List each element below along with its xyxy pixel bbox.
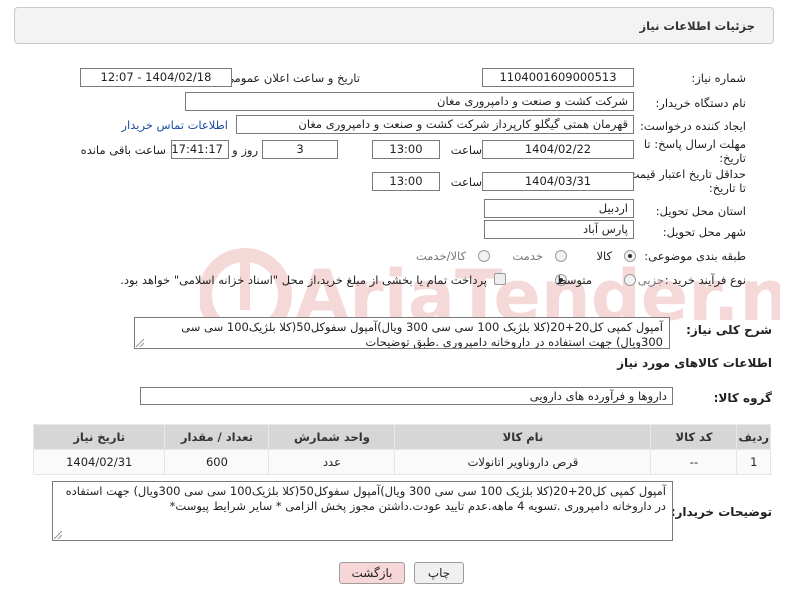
description-label: شرح کلی نیاز: [686, 323, 772, 337]
remaining-days-field: 3 [262, 140, 338, 159]
page-title: جزئیات اطلاعات نیاز [639, 19, 755, 33]
column-header-name: نام کالا [394, 424, 652, 450]
cell-unit: عدد [268, 449, 396, 475]
category-label: طبقه بندی موضوعی: [644, 249, 746, 263]
requester-label: ایجاد کننده درخواست: [640, 119, 746, 133]
buyer-notes-label: توضیحات خریدار: [670, 505, 772, 519]
need-number-label: شماره نیاز: [691, 71, 746, 85]
cell-date: 1404/02/31 [32, 449, 166, 475]
province-field: اردبیل [484, 199, 634, 218]
details-panel-header: جزئیات اطلاعات نیاز [14, 7, 774, 44]
goods-group-field: داروها و فرآورده های دارویی [140, 387, 673, 405]
purchase-type-label: نوع فرآیند خرید : [664, 273, 746, 287]
city-label: شهر محل تحویل: [662, 225, 746, 239]
treasury-payment-checkbox[interactable] [494, 273, 506, 285]
items-table: ردیف کد کالا نام کالا واحد شمارش تعداد /… [32, 424, 771, 475]
price-validity-label: حداقل تاریخ اعتبار قیمت: [624, 167, 746, 181]
remaining-time-field: 17:41:17 [171, 140, 229, 159]
resize-grip-icon[interactable] [54, 531, 62, 539]
price-validity-time-field: 13:00 [372, 172, 440, 191]
price-validity-time-label: ساعت [450, 175, 482, 189]
cell-code: -- [650, 449, 738, 475]
price-validity-label-2: تا تاریخ: [708, 181, 746, 195]
purchase-type-option-medium: متوسط [555, 273, 592, 287]
cell-name: قرص داروناویر اتانولات [394, 449, 652, 475]
category-radio-goods[interactable] [624, 250, 636, 262]
reply-deadline-time-field: 13:00 [372, 140, 440, 159]
goods-group-label: گروه کالا: [713, 391, 772, 405]
announce-datetime-label: تاریخ و ساعت اعلان عمومی: [221, 71, 360, 85]
column-header-row-number: ردیف [736, 424, 771, 450]
description-textarea[interactable]: آمپول کمپی کل20+20(کلا بلژیک 100 سی سی 3… [134, 317, 670, 349]
buyer-org-field: شرکت کشت و صنعت و دامپروری مغان [185, 92, 634, 111]
city-field: پارس آباد [484, 220, 634, 239]
price-validity-date-field: 1404/03/31 [482, 172, 634, 191]
cell-row-number: 1 [736, 449, 771, 475]
buyer-contact-link[interactable]: اطلاعات تماس خریدار [121, 118, 228, 132]
category-option-service: خدمت [512, 249, 543, 263]
reply-deadline-date-field: 1404/02/22 [482, 140, 634, 159]
category-radio-service[interactable] [555, 250, 567, 262]
column-header-date: تاریخ نیاز [32, 424, 166, 450]
items-table-header-row: ردیف کد کالا نام کالا واحد شمارش تعداد /… [32, 424, 771, 450]
announce-datetime-field: 1404/02/18 - 12:07 [80, 68, 232, 87]
category-radio-goods-service[interactable] [478, 250, 490, 262]
purchase-type-option-minor: جزیی [637, 273, 664, 287]
reply-deadline-label-2: تاریخ: [719, 151, 746, 165]
buyer-notes-textarea[interactable]: آمپول کمپی کل20+20(کلا بلژیک 100 سی سی 3… [52, 481, 673, 541]
back-button[interactable]: بازگشت [339, 562, 405, 584]
need-number-field: 1104001609000513 [482, 68, 634, 87]
reply-deadline-label: مهلت ارسال پاسخ: تا [643, 137, 746, 151]
requester-field: قهرمان همتی گیگلو کارپرداز شرکت کشت و صن… [236, 115, 634, 134]
remaining-time-label: ساعت باقی مانده [80, 143, 166, 157]
province-label: استان محل تحویل: [655, 204, 746, 218]
category-option-goods-service: کالا/خدمت [415, 249, 466, 263]
resize-grip-icon[interactable] [136, 339, 144, 347]
treasury-payment-note: پرداخت تمام یا بخشی از مبلغ خرید،از محل … [120, 273, 487, 287]
items-section-title: اطلاعات کالاهای مورد نیاز [617, 356, 772, 370]
buyer-org-label: نام دستگاه خریدار: [655, 96, 746, 110]
cell-quantity: 600 [164, 449, 270, 475]
table-row: 1 -- قرص داروناویر اتانولات عدد 600 1404… [32, 449, 771, 475]
column-header-code: کد کالا [650, 424, 738, 450]
description-text: آمپول کمپی کل20+20(کلا بلژیک 100 سی سی 3… [181, 320, 663, 349]
column-header-quantity: تعداد / مقدار [164, 424, 270, 450]
reply-deadline-time-label: ساعت [450, 143, 482, 157]
print-button[interactable]: چاپ [414, 562, 464, 584]
purchase-type-radio-minor[interactable] [624, 274, 636, 286]
category-option-goods: کالا [596, 249, 612, 263]
column-header-unit: واحد شمارش [268, 424, 396, 450]
remaining-days-label: روز و [232, 143, 258, 157]
buyer-notes-text: آمپول کمپی کل20+20(کلا بلژیک 100 سی سی 3… [65, 484, 666, 513]
